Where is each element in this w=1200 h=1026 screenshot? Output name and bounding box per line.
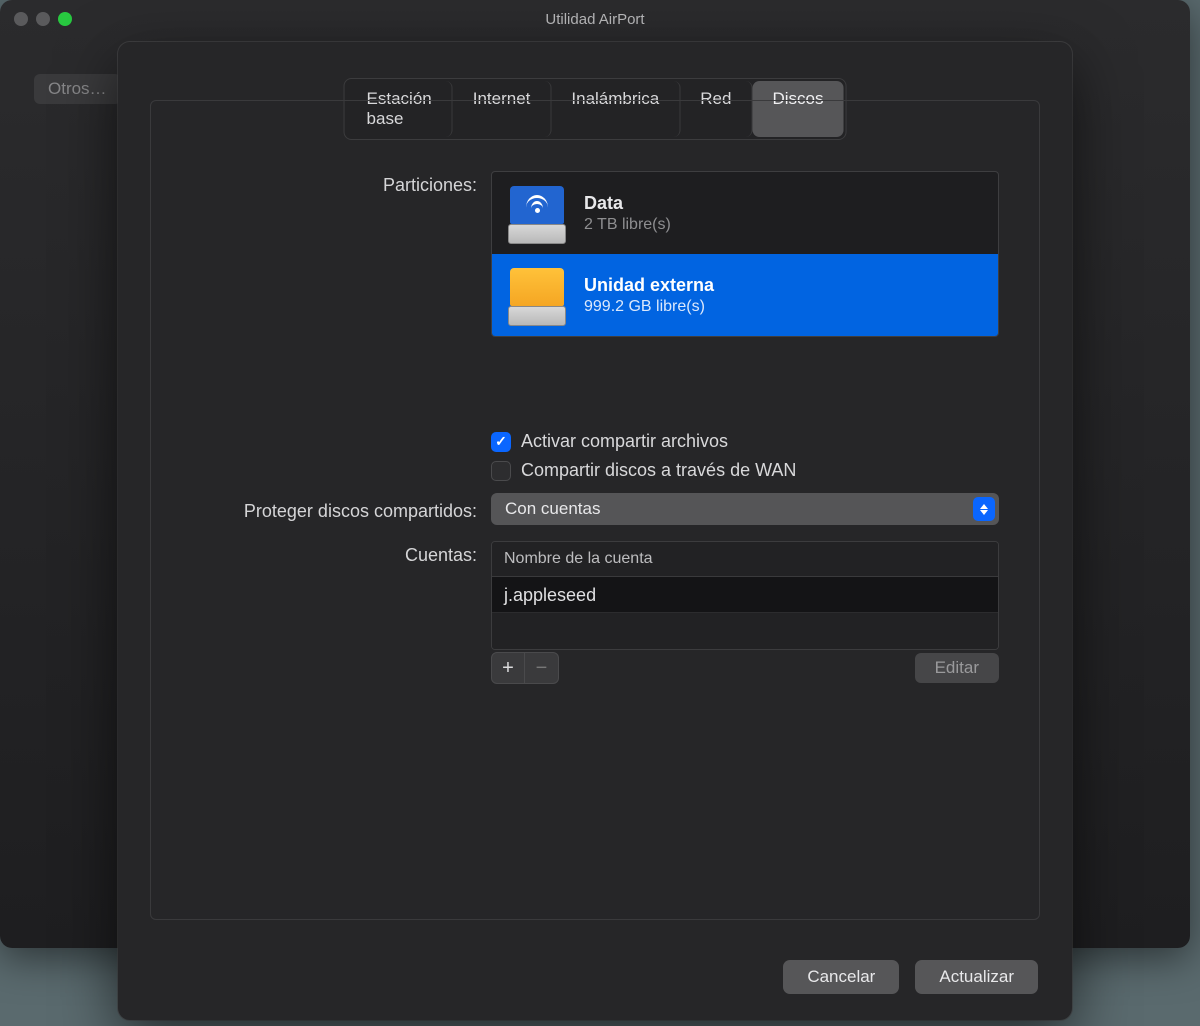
disks-panel: Particiones: Data 2 TB libre(s) [150, 100, 1040, 920]
accounts-label: Cuentas: [191, 541, 491, 566]
window-title: Utilidad AirPort [0, 11, 1190, 28]
zoom-window-icon[interactable] [58, 12, 72, 26]
partitions-label: Particiones: [191, 171, 491, 196]
minimize-window-icon[interactable] [36, 12, 50, 26]
secure-shared-disks-label: Proteger discos compartidos: [191, 497, 491, 522]
add-account-button[interactable]: + [491, 652, 525, 684]
partition-free-space: 2 TB libre(s) [584, 216, 671, 234]
titlebar: Utilidad AirPort [0, 0, 1190, 38]
partition-free-space: 999.2 GB libre(s) [584, 298, 714, 316]
external-disk-icon [506, 264, 568, 326]
checkbox-label: Activar compartir archivos [521, 431, 728, 452]
airport-disk-icon [506, 182, 568, 244]
account-row[interactable]: j.appleseed [492, 577, 998, 613]
partition-name: Unidad externa [584, 275, 714, 296]
enable-file-sharing-checkbox[interactable]: ✓ Activar compartir archivos [491, 427, 999, 456]
remove-account-button[interactable]: − [525, 652, 559, 684]
other-devices-button[interactable]: Otros… [34, 74, 121, 104]
account-row-empty [492, 613, 998, 649]
update-button[interactable]: Actualizar [915, 960, 1038, 994]
checkbox-icon: ✓ [491, 432, 511, 452]
select-value: Con cuentas [505, 499, 600, 519]
edit-account-button[interactable]: Editar [915, 653, 999, 683]
close-window-icon[interactable] [14, 12, 28, 26]
partition-name: Data [584, 193, 671, 214]
share-over-wan-checkbox[interactable]: Compartir discos a través de WAN [491, 456, 999, 485]
partition-list: Data 2 TB libre(s) Unidad externa 999.2 … [491, 171, 999, 337]
select-stepper-icon [973, 497, 995, 521]
footer-buttons: Cancelar Actualizar [783, 960, 1038, 994]
settings-sheet: Estación base Internet Inalámbrica Red D… [118, 42, 1072, 1020]
partition-item-data[interactable]: Data 2 TB libre(s) [492, 172, 998, 254]
accounts-column-header: Nombre de la cuenta [492, 542, 998, 577]
checkmark-icon: ✓ [495, 433, 507, 450]
secure-shared-disks-select[interactable]: Con cuentas [491, 493, 999, 525]
checkbox-label: Compartir discos a través de WAN [521, 460, 796, 481]
traffic-lights [14, 12, 72, 26]
partition-item-external[interactable]: Unidad externa 999.2 GB libre(s) [492, 254, 998, 336]
accounts-table: Nombre de la cuenta j.appleseed [491, 541, 999, 650]
cancel-button[interactable]: Cancelar [783, 960, 899, 994]
checkbox-icon [491, 461, 511, 481]
